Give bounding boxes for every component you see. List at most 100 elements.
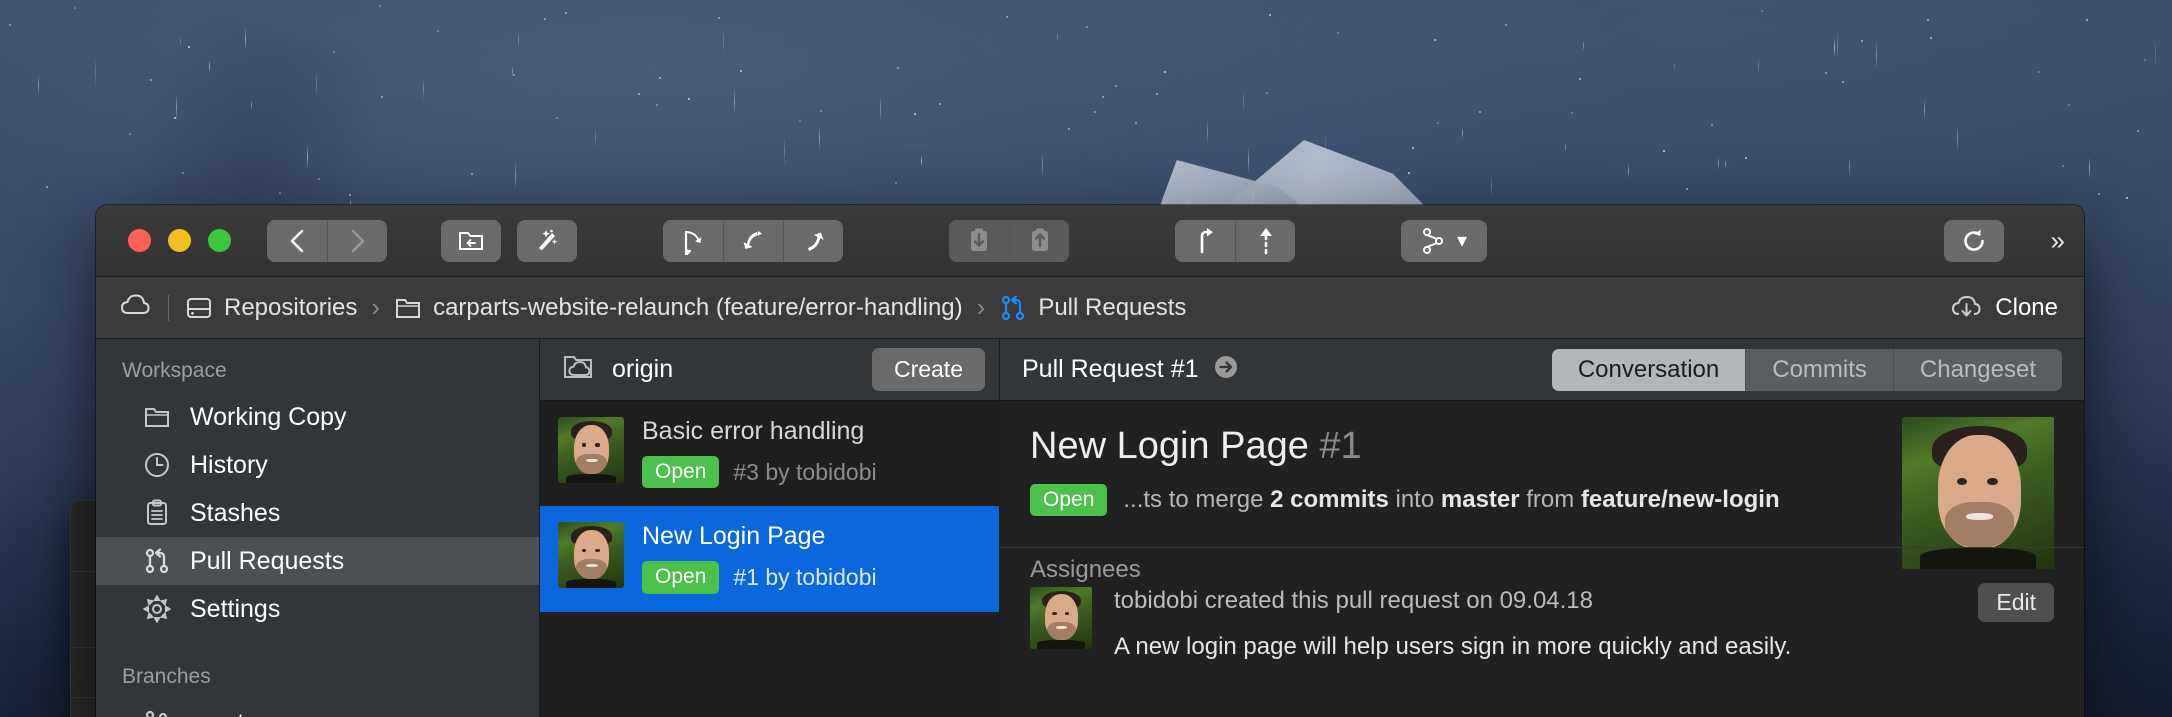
clipboard-icon (142, 498, 172, 528)
star (1114, 84, 1117, 87)
rebase-button[interactable] (783, 219, 843, 262)
clone-button[interactable]: Clone (1949, 294, 2058, 322)
drive-icon (187, 297, 211, 318)
clock-icon (142, 450, 172, 480)
quick-actions-button[interactable] (517, 219, 577, 262)
close-button[interactable] (128, 229, 151, 252)
rain-streak (1462, 128, 1464, 138)
tab-commits[interactable]: Commits (1745, 348, 1893, 391)
rain-streak (1724, 160, 1726, 169)
rain-streak (244, 27, 246, 51)
navigation-button-group (267, 219, 387, 262)
comment-block: tobidobi created this pull request on 09… (1030, 583, 2054, 661)
merge-prefix: ...ts to merge (1123, 486, 1264, 514)
quick-actions-group (517, 219, 577, 262)
rain-streak (1627, 162, 1629, 178)
star (436, 29, 439, 32)
rain-streak (250, 100, 252, 111)
detail-header-title: Pull Request #1 (1022, 355, 1199, 383)
sidebar-item-working-copy[interactable]: Working Copy (96, 393, 539, 441)
rain-streak (208, 59, 210, 74)
avatar (558, 522, 624, 589)
pull-request-subtitle: #3 by tobidobi (733, 458, 877, 485)
back-button[interactable] (267, 219, 327, 262)
star (565, 11, 568, 14)
merge-summary: ...ts to merge 2 commits into master fro… (1123, 486, 1779, 514)
merge-from: from (1526, 486, 1575, 514)
star (278, 191, 281, 194)
rain-streak (1491, 175, 1493, 198)
breadcrumb-item-pull-requests[interactable]: Pull Requests (999, 294, 1186, 322)
toolbar-overflow-button[interactable]: » (2051, 225, 2066, 256)
rain-streak (1207, 117, 1209, 145)
star (938, 102, 941, 105)
gear-icon (142, 594, 172, 624)
sidebar-item-settings[interactable]: Settings (96, 585, 539, 633)
star (718, 16, 721, 19)
edit-button[interactable]: Edit (1978, 583, 2054, 622)
rain-streak (518, 31, 520, 48)
section-divider (1000, 547, 2084, 548)
folder-icon (142, 402, 172, 432)
pull-request-list-item[interactable]: Basic error handling Open #3 by tobidobi (540, 401, 999, 506)
rain-streak (511, 66, 513, 78)
branch-icon (142, 708, 172, 717)
breadcrumb-item-repositories[interactable]: Repositories (185, 294, 357, 322)
rain-streak (818, 126, 820, 150)
tab-conversation[interactable]: Conversation (1551, 348, 1746, 391)
detail-tabs: Conversation Commits Changeset (1551, 348, 2062, 391)
open-repository-button[interactable] (441, 219, 501, 262)
refresh-group (1944, 219, 2004, 262)
refresh-button[interactable] (1944, 219, 2004, 262)
merge-commits-count: 2 commits (1270, 486, 1389, 514)
sidebar-label-master: master (190, 709, 266, 717)
star (1570, 111, 1573, 114)
toolbar: ▾ » (96, 205, 2084, 277)
open-external-icon[interactable] (1213, 354, 1239, 385)
star (1478, 111, 1481, 114)
star (1824, 71, 1827, 74)
tab-changeset[interactable]: Changeset (1892, 348, 2062, 391)
rain-streak (733, 88, 735, 115)
zoom-button[interactable] (208, 229, 231, 252)
rain-streak (723, 27, 725, 55)
stash-group (949, 219, 1069, 262)
sidebar-item-master[interactable]: master (96, 699, 539, 717)
rain-streak (306, 144, 308, 169)
pull-request-list-item[interactable]: New Login Page Open #1 by tobidobi (540, 506, 999, 612)
sidebar-item-history[interactable]: History (96, 441, 539, 489)
create-pull-request-button[interactable]: Create (871, 348, 985, 391)
star (1744, 156, 1747, 159)
rain-streak (1565, 143, 1567, 152)
minimize-button[interactable] (168, 229, 191, 252)
rain-streak (1325, 135, 1327, 157)
rain-streak (1875, 41, 1877, 69)
star (45, 186, 48, 189)
breadcrumb: Repositories › carparts-website-relaunch… (96, 277, 2084, 339)
branch-menu-button[interactable]: ▾ (1401, 219, 1487, 262)
rain-streak (880, 95, 882, 122)
star (380, 95, 383, 98)
checkout-button[interactable] (663, 219, 723, 262)
breadcrumb-item-repository[interactable]: carparts-website-relaunch (feature/error… (394, 294, 963, 322)
stash-button[interactable] (949, 219, 1009, 262)
forward-button[interactable] (327, 219, 387, 262)
pull-button[interactable] (1175, 219, 1235, 262)
avatar (558, 417, 624, 483)
sidebar-item-stashes[interactable]: Stashes (96, 489, 539, 537)
cloud-services-icon[interactable] (118, 292, 152, 323)
merge-button[interactable] (723, 219, 783, 262)
rain-streak (176, 93, 178, 120)
rain-streak (1848, 156, 1850, 178)
rain-streak (37, 74, 39, 95)
rain-streak (1836, 32, 1838, 59)
rain-streak (921, 155, 923, 167)
rain-streak (95, 57, 97, 87)
push-button[interactable] (1235, 219, 1295, 262)
status-badge: Open (642, 456, 720, 489)
rain-streak (514, 160, 516, 191)
unstash-button[interactable] (1009, 219, 1069, 262)
pull-request-list-column: origin Create Basic error handling Open … (540, 339, 1000, 717)
rain-streak (1717, 155, 1719, 170)
sidebar-item-pull-requests[interactable]: Pull Requests (96, 537, 539, 585)
